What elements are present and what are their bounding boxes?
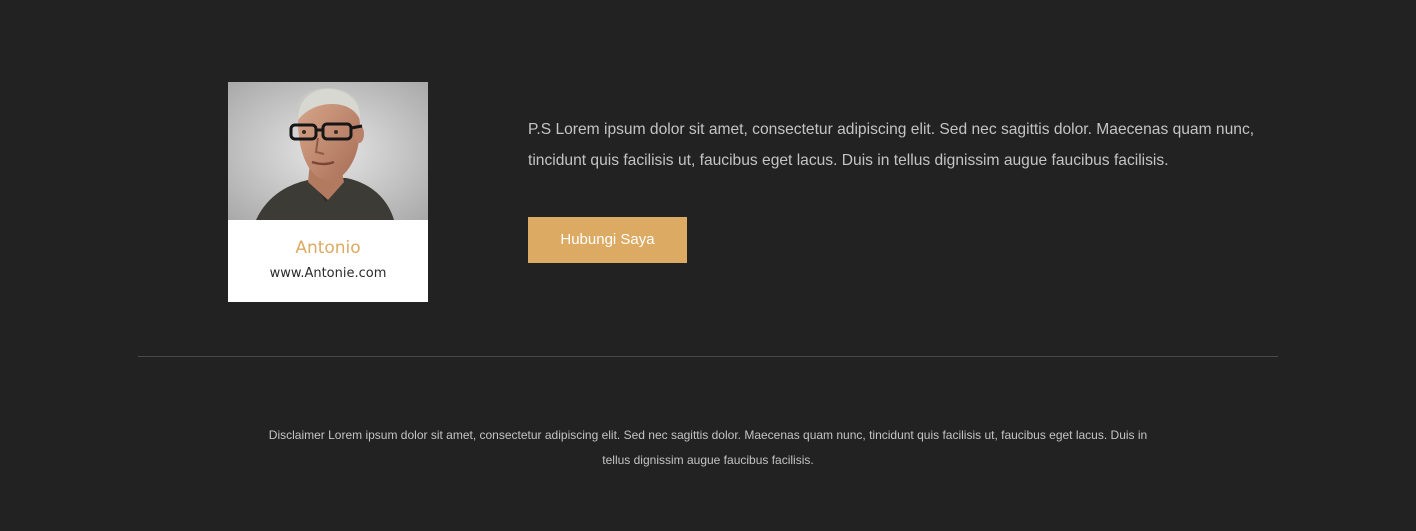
profile-card: Antonio www.Antonie.com: [228, 82, 428, 302]
profile-photo: [228, 82, 428, 220]
profile-website[interactable]: www.Antonie.com: [228, 265, 428, 283]
divider: [138, 356, 1278, 357]
contact-me-button[interactable]: Hubungi Saya: [528, 217, 687, 263]
disclaimer-text: Disclaimer Lorem ipsum dolor sit amet, c…: [268, 428, 1148, 467]
message-text: P.S Lorem ipsum dolor sit amet, consecte…: [528, 121, 1255, 169]
profile-name: Antonio: [295, 238, 361, 258]
person-portrait-photo-icon: [228, 82, 428, 220]
